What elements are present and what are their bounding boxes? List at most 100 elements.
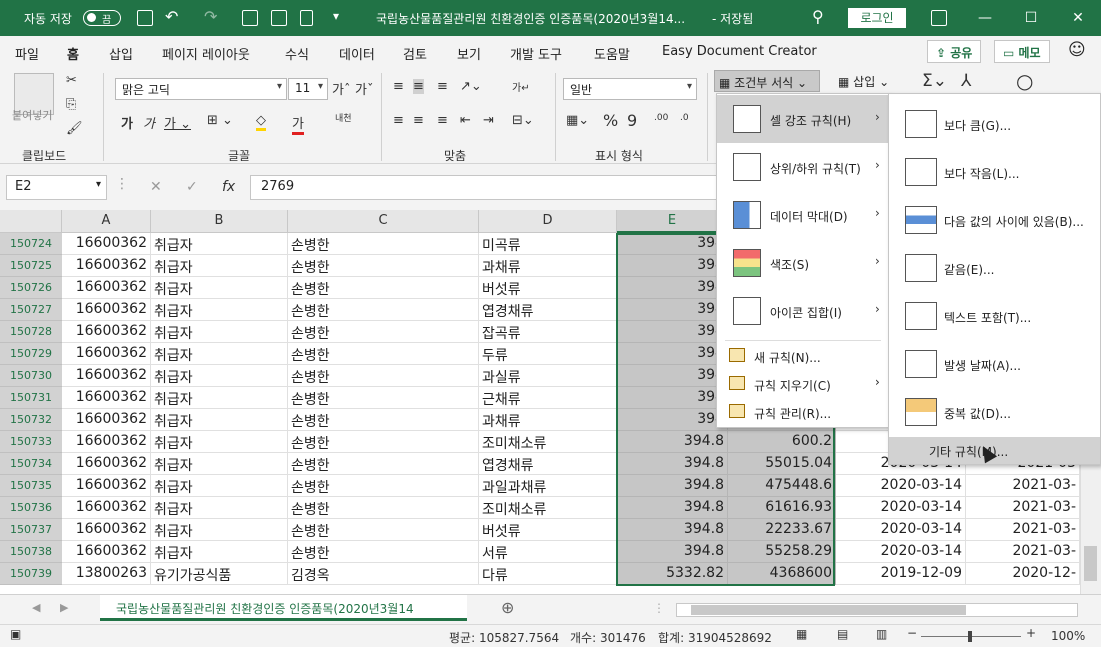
menu-item-data-bars[interactable]: 데이터 막대(D) › — [717, 191, 889, 239]
tab-easy-document-creator[interactable]: Easy Document Creator — [662, 44, 817, 59]
cell-a[interactable]: 16600362 — [62, 321, 151, 343]
cell-c[interactable]: 손병한 — [288, 365, 479, 387]
share-button[interactable]: ⇪ 공유 — [927, 40, 982, 63]
autosum-icon[interactable]: Σ⌄ — [922, 71, 947, 91]
cell-e[interactable]: 394 — [617, 409, 728, 431]
underline-icon[interactable]: 가 ⌄ — [164, 113, 191, 132]
accounting-format-icon[interactable]: ▦⌄ — [566, 113, 589, 128]
row-header[interactable]: 150726 — [0, 277, 62, 299]
row-header[interactable]: 150728 — [0, 321, 62, 343]
increase-font-icon[interactable]: 가ˆ — [332, 79, 350, 98]
cell-e[interactable]: 394 — [617, 255, 728, 277]
row-header[interactable]: 150737 — [0, 519, 62, 541]
cell-e[interactable]: 394 — [617, 299, 728, 321]
next-sheet-icon[interactable]: ▶ — [60, 601, 68, 614]
cell-f[interactable]: 55258.29 — [728, 541, 836, 563]
align-bottom-icon[interactable]: ≡ — [437, 79, 448, 94]
column-header-b[interactable]: B — [151, 210, 288, 233]
cell-c[interactable]: 손병한 — [288, 519, 479, 541]
row-header[interactable]: 150730 — [0, 365, 62, 387]
cell-d[interactable]: 서류 — [479, 541, 617, 563]
phonetic-icon[interactable]: 내천 — [335, 111, 352, 124]
cell-a[interactable]: 16600362 — [62, 277, 151, 299]
paste-label[interactable]: 붙여넣기 — [12, 107, 52, 123]
tab-formulas[interactable]: 수식 — [285, 44, 309, 63]
horizontal-scrollbar[interactable] — [676, 603, 1078, 617]
cell-c[interactable]: 손병한 — [288, 343, 479, 365]
prev-sheet-icon[interactable]: ◀ — [32, 601, 40, 614]
copy-icon[interactable]: ⎘ — [66, 97, 76, 112]
cell-a[interactable]: 13800263 — [62, 563, 151, 585]
name-box[interactable]: E2 ▾ — [6, 175, 107, 200]
cell-g[interactable]: 2020-03-14 — [836, 519, 966, 541]
tab-view[interactable]: 보기 — [457, 44, 481, 63]
cell-b[interactable]: 취급자 — [151, 541, 288, 563]
cell-f[interactable]: 61616.93 — [728, 497, 836, 519]
cell-a[interactable]: 16600362 — [62, 453, 151, 475]
align-right-icon[interactable]: ≡ — [437, 113, 448, 128]
cell-c[interactable]: 손병한 — [288, 387, 479, 409]
fill-color-icon[interactable]: ◇ — [256, 113, 266, 131]
format-painter-icon[interactable]: 🖌 — [66, 121, 83, 136]
cell-d[interactable]: 버섯류 — [479, 277, 617, 299]
cell-f[interactable]: 4368600 — [728, 563, 836, 585]
align-top-icon[interactable]: ≡ — [393, 79, 404, 94]
cell-d[interactable]: 조미채소류 — [479, 431, 617, 453]
number-format-box[interactable]: 일반 ▾ — [563, 78, 697, 100]
cell-e[interactable]: 394 — [617, 365, 728, 387]
column-header-a[interactable]: A — [62, 210, 151, 233]
tab-insert[interactable]: 삽입 — [109, 44, 133, 63]
cell-b[interactable]: 취급자 — [151, 497, 288, 519]
cell-d[interactable]: 미곡류 — [479, 233, 617, 255]
cell-b[interactable]: 취급자 — [151, 431, 288, 453]
wrap-text-icon[interactable]: 가↵ — [512, 79, 530, 94]
cell-b[interactable]: 취급자 — [151, 365, 288, 387]
cell-d[interactable]: 과채류 — [479, 255, 617, 277]
cell-b[interactable]: 취급자 — [151, 277, 288, 299]
cell-b[interactable]: 취급자 — [151, 255, 288, 277]
cell-d[interactable]: 다류 — [479, 563, 617, 585]
border-icon[interactable]: ⊞ ⌄ — [207, 113, 233, 128]
cell-h[interactable]: 2020-12- — [966, 563, 1080, 585]
search-icon[interactable]: ⚲ — [812, 7, 824, 26]
cell-e[interactable]: 394 — [617, 343, 728, 365]
menu-item-more-rules[interactable]: 기타 규칙(M)... — [889, 437, 1100, 464]
cell-a[interactable]: 16600362 — [62, 431, 151, 453]
menu-item-clear-rules[interactable]: 규칙 지우기(C) › — [717, 370, 889, 398]
cell-f[interactable]: 22233.67 — [728, 519, 836, 541]
add-sheet-icon[interactable]: ⊕ — [501, 598, 514, 617]
column-header-e[interactable]: E — [617, 210, 728, 233]
cell-c[interactable]: 손병한 — [288, 475, 479, 497]
cell-a[interactable]: 16600362 — [62, 299, 151, 321]
cell-a[interactable]: 16600362 — [62, 541, 151, 563]
cell-d[interactable]: 과채류 — [479, 409, 617, 431]
cell-a[interactable]: 16600362 — [62, 519, 151, 541]
italic-icon[interactable]: 가 — [143, 113, 155, 132]
cell-f[interactable]: 600.2 — [728, 431, 836, 453]
cell-c[interactable]: 손병한 — [288, 453, 479, 475]
sort-filter-icon[interactable]: ⅄ — [961, 71, 971, 91]
menu-item-manage-rules[interactable]: 규칙 관리(R)... — [717, 398, 889, 426]
cell-e[interactable]: 394 — [617, 321, 728, 343]
tab-file[interactable]: 파일 — [15, 44, 39, 63]
cell-f[interactable]: 475448.6 — [728, 475, 836, 497]
cell-b[interactable]: 취급자 — [151, 343, 288, 365]
comments-button[interactable]: ▭ 메모 — [994, 40, 1050, 63]
redo-icon[interactable]: ↷ — [204, 7, 217, 26]
cancel-icon[interactable]: ✕ — [150, 179, 162, 195]
new-sheet-icon[interactable] — [242, 10, 258, 26]
cell-c[interactable]: 손병한 — [288, 409, 479, 431]
cell-c[interactable]: 손병한 — [288, 233, 479, 255]
menu-item-icon-sets[interactable]: 아이콘 집합(I) › — [717, 287, 889, 335]
menu-item-new-rule[interactable]: 새 규칙(N)... — [717, 342, 889, 370]
cell-h[interactable]: 2021-03- — [966, 497, 1080, 519]
cell-a[interactable]: 16600362 — [62, 233, 151, 255]
cell-h[interactable]: 2021-03- — [966, 475, 1080, 497]
row-header[interactable]: 150736 — [0, 497, 62, 519]
cell-c[interactable]: 손병한 — [288, 299, 479, 321]
decrease-decimal-icon[interactable]: .0 — [680, 113, 689, 123]
minimize-icon[interactable]: — — [975, 8, 995, 28]
comma-style-icon[interactable]: 9 — [627, 111, 637, 130]
sheet-tab-active[interactable]: 국립농산물품질관리원 친환경인증 인증품목(2020년3월14 — [100, 595, 467, 621]
scroll-thumb[interactable] — [691, 605, 966, 615]
